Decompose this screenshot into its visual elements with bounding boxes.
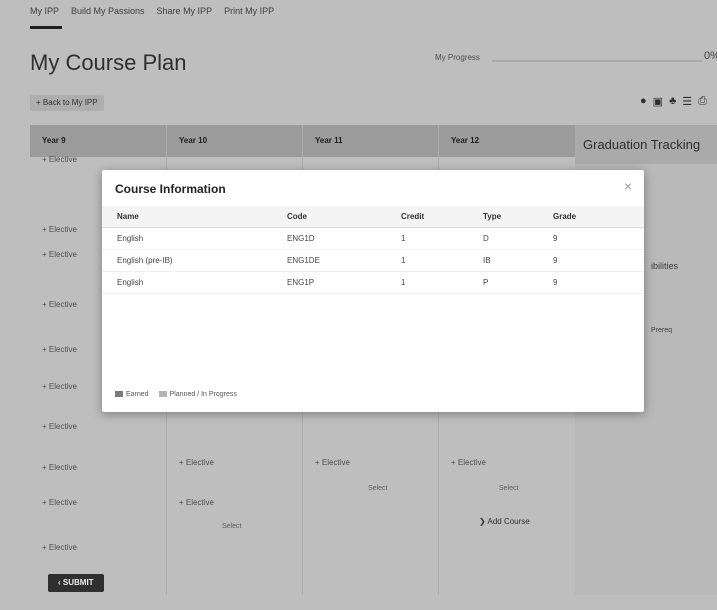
cell-type: D (483, 227, 553, 250)
header-type: Type (483, 206, 553, 228)
course-information-modal: Course Information × Name Code Credit Ty… (102, 170, 644, 412)
cell-credit: 1 (401, 271, 483, 294)
cell-type: P (483, 271, 553, 294)
header-name: Name (102, 206, 287, 228)
header-code: Code (287, 206, 401, 228)
cell-name: English (102, 227, 287, 250)
cell-grade: 9 (553, 227, 644, 250)
legend-earned: Earned (115, 391, 149, 398)
course-table: Name Code Credit Type Grade English ENG1… (102, 206, 644, 294)
cell-code: ENG1DE (287, 249, 401, 272)
table-row[interactable]: English ENG1D 1 D 9 (102, 227, 644, 250)
close-icon[interactable]: × (624, 178, 632, 194)
cell-grade: 9 (553, 249, 644, 272)
legend-earned-label: Earned (126, 391, 149, 398)
cell-code: ENG1P (287, 271, 401, 294)
cell-code: ENG1D (287, 227, 401, 250)
cell-credit: 1 (401, 227, 483, 250)
cell-credit: 1 (401, 249, 483, 272)
earned-swatch (115, 391, 123, 398)
legend-planned-label: Planned / In Progress (169, 391, 237, 398)
header-grade: Grade (553, 206, 644, 228)
table-row[interactable]: English ENG1P 1 P 9 (102, 271, 644, 294)
header-credit: Credit (401, 206, 483, 228)
planned-swatch (158, 391, 167, 398)
cell-type: IB (483, 249, 553, 272)
table-row[interactable]: English (pre-IB) ENG1DE 1 IB 9 (102, 249, 644, 272)
modal-legend: Earned Planned / In Progress (115, 391, 237, 398)
table-header-row: Name Code Credit Type Grade (102, 206, 644, 228)
cell-name: English (pre-IB) (102, 249, 287, 272)
cell-grade: 9 (553, 271, 644, 294)
legend-planned: Planned / In Progress (158, 391, 237, 398)
modal-title: Course Information (115, 182, 226, 196)
cell-name: English (102, 271, 287, 294)
